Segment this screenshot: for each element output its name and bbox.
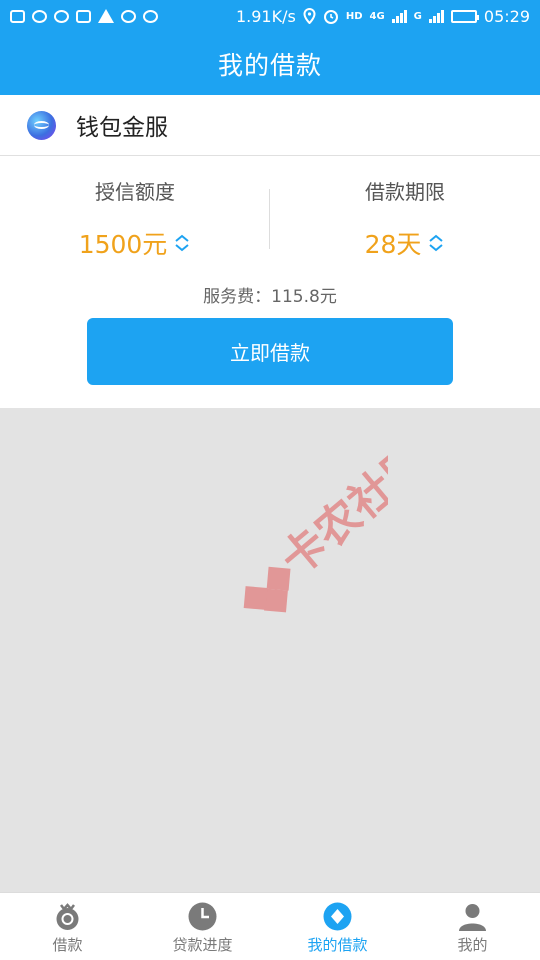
message-icon	[10, 9, 25, 23]
clock-time: 05:29	[483, 6, 530, 26]
tab-label: 我的	[457, 936, 488, 954]
image-icon	[76, 9, 91, 23]
status-bar: 1.91K/s HD 4G G 05:29	[0, 0, 540, 32]
tab-label: 贷款进度	[172, 936, 233, 954]
term-value-row[interactable]: 28天	[270, 225, 540, 261]
fee-label: 服务费：	[203, 287, 272, 307]
chat-icon	[121, 9, 136, 23]
alarm-icon	[323, 10, 338, 24]
network-speed: 1.91K/s	[235, 6, 296, 26]
network-g: G	[413, 10, 422, 22]
brand-row: 钱包金服	[0, 95, 540, 156]
more-icon	[143, 9, 158, 23]
term-label: 借款期限	[365, 180, 445, 204]
location-icon	[303, 8, 316, 24]
notification-icons	[10, 9, 158, 23]
tab-label: 我的借款	[307, 936, 368, 954]
credit-label: 授信额度	[95, 180, 175, 204]
person-icon	[459, 904, 486, 931]
credit-value-row[interactable]: 1500元	[0, 225, 270, 261]
tab-progress[interactable]: 贷款进度	[135, 893, 270, 960]
app-bar: 我的借款	[0, 32, 540, 95]
signal-icon-2	[428, 9, 444, 23]
loan-icon	[56, 903, 79, 930]
loan-card: 钱包金服 授信额度 1500元 借款期限 28天 服务费：115.8元 立即借款	[0, 95, 540, 408]
term-selector[interactable]: 借款期限 28天	[270, 156, 540, 282]
tab-me[interactable]: 我的	[405, 893, 540, 960]
tab-my-loans[interactable]: 我的借款	[270, 893, 405, 960]
service-fee: 服务费：115.8元	[0, 282, 540, 307]
bottom-tab-bar: 借款 贷款进度 我的借款 我的	[0, 892, 540, 960]
credit-value: 1500元	[78, 230, 168, 259]
credit-selector[interactable]: 授信额度 1500元	[0, 156, 270, 282]
brand-logo-icon	[27, 110, 56, 140]
warning-icon	[98, 9, 114, 23]
loan-selectors: 授信额度 1500元 借款期限 28天	[0, 156, 540, 282]
system-icons: 1.91K/s HD 4G G 05:29	[236, 7, 530, 26]
updown-chevron-icon[interactable]	[427, 233, 445, 253]
signal-icon	[391, 9, 407, 23]
diamond-icon	[323, 902, 352, 931]
tab-loan[interactable]: 借款	[0, 893, 135, 960]
clock-icon	[188, 902, 217, 931]
network-4g: 4G	[369, 10, 385, 22]
borrow-now-button[interactable]: 立即借款	[87, 318, 453, 385]
page-title: 我的借款	[217, 50, 322, 80]
battery-icon	[450, 9, 479, 23]
hd-icon: HD	[345, 10, 363, 22]
watermark-text: 卡农社区	[271, 434, 388, 586]
updown-chevron-icon[interactable]	[173, 233, 191, 253]
fee-value: 115.8元	[271, 287, 337, 307]
tab-label: 借款	[52, 936, 83, 954]
term-value: 28天	[364, 230, 422, 259]
brand-name: 钱包金服	[76, 115, 168, 141]
wechat-icon	[54, 9, 69, 23]
qq-icon	[32, 9, 47, 23]
